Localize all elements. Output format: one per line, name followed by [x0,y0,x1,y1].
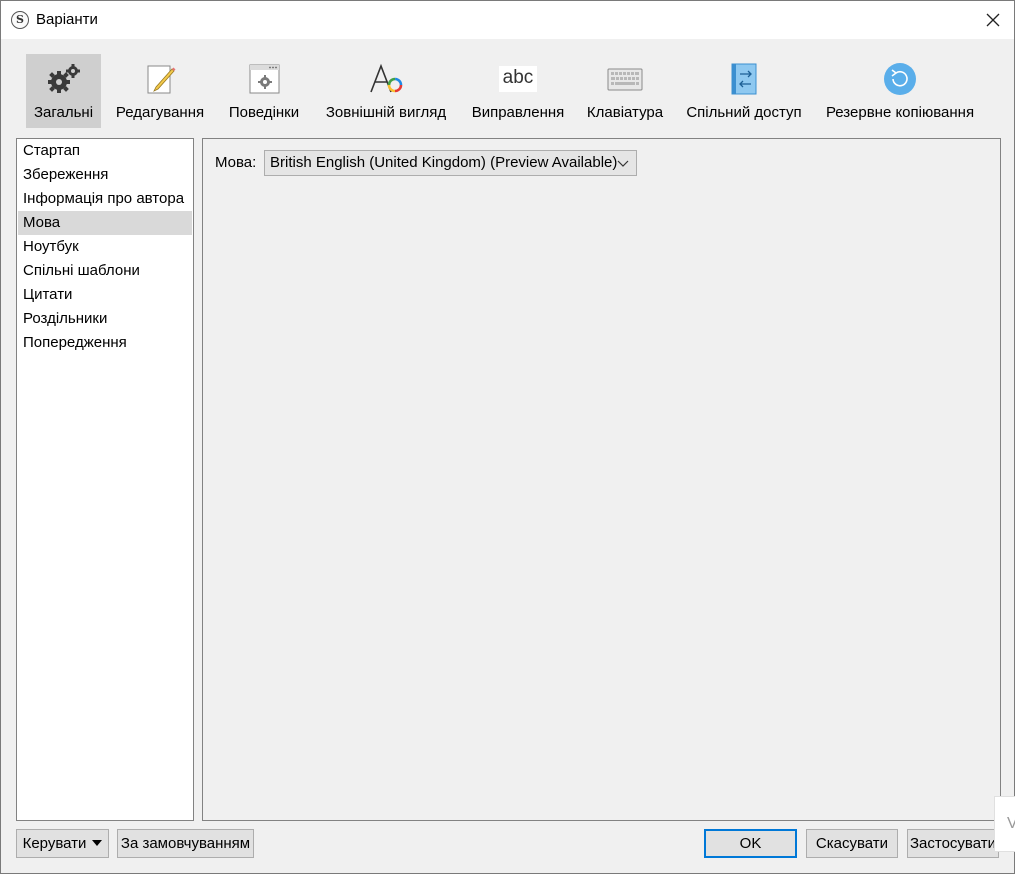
tab-label: Виправлення [471,104,565,121]
gears-icon [47,64,80,93]
tab-sharing[interactable]: Спільний доступ [682,54,806,128]
category-list: Стартап Збереження Інформація про автора… [16,138,194,821]
backup-icon [884,63,916,95]
chevron-down-icon [617,160,629,167]
sidebar-item-warnings[interactable]: Попередження [18,331,192,355]
close-icon [986,13,1000,27]
tab-label: Спільний доступ [686,104,802,121]
tab-editing[interactable]: Редагування [112,54,208,128]
tab-corrections[interactable]: abc Виправлення [468,54,568,128]
tab-label: Редагування [115,104,205,121]
sidebar-item-notebook[interactable]: Ноутбук [18,235,192,259]
tab-appearance[interactable]: Зовнішній вигляд [320,54,452,128]
sidebar-item-saving[interactable]: Збереження [18,163,192,187]
tab-label: Зовнішній вигляд [325,104,447,121]
ok-button[interactable]: OK [704,829,797,858]
cancel-button[interactable]: Скасувати [806,829,898,858]
options-toolbar: Загальні Редагування Поведінки Зовнішній… [2,39,1014,135]
apply-button[interactable]: Застосувати [907,829,999,858]
tab-label: Загальні [33,104,94,121]
close-button[interactable] [978,5,1008,35]
sidebar-item-shared-templates[interactable]: Спільні шаблони [18,259,192,283]
keyboard-icon [607,68,643,91]
behavior-window-gear-icon [249,64,280,94]
language-select-value: British English (United Kingdom) (Previe… [270,154,618,171]
background-window-fragment: V [994,796,1015,852]
manage-button[interactable]: Керувати [16,829,109,858]
tab-backup[interactable]: Резервне копіювання [822,54,978,128]
sharing-icon [731,63,757,95]
appearance-font-icon [370,63,403,93]
edit-pencil-icon [147,65,176,94]
app-logo-icon: S [11,11,29,29]
options-dialog: S Варіанти Загальні Редагування Поведінк… [0,0,1015,874]
tab-keyboard[interactable]: Клавіатура [584,54,666,128]
tab-behaviors[interactable]: Поведінки [224,54,304,128]
defaults-button[interactable]: За замовчуванням [117,829,254,858]
title-bar: S Варіанти [1,1,1014,39]
tab-label: Резервне копіювання [825,104,975,121]
tab-label: Поведінки [228,104,300,121]
tab-label: Клавіатура [586,104,664,121]
settings-panel: Мова: British English (United Kingdom) (… [202,138,1001,821]
sidebar-item-language[interactable]: Мова [18,211,192,235]
spelling-abc-icon: abc [499,66,537,92]
sidebar-item-author-info[interactable]: Інформація про автора [18,187,192,211]
sidebar-item-quotes[interactable]: Цитати [18,283,192,307]
background-window-text: V [1007,815,1015,832]
sidebar-item-startup[interactable]: Стартап [18,139,192,163]
caret-down-icon [92,840,103,846]
window-title: Варіанти [36,11,98,28]
sidebar-item-separators[interactable]: Роздільники [18,307,192,331]
language-label: Мова: [215,154,257,171]
tab-general[interactable]: Загальні [26,54,101,128]
language-select[interactable]: British English (United Kingdom) (Previe… [264,150,637,176]
manage-button-label: Керувати [22,835,87,852]
